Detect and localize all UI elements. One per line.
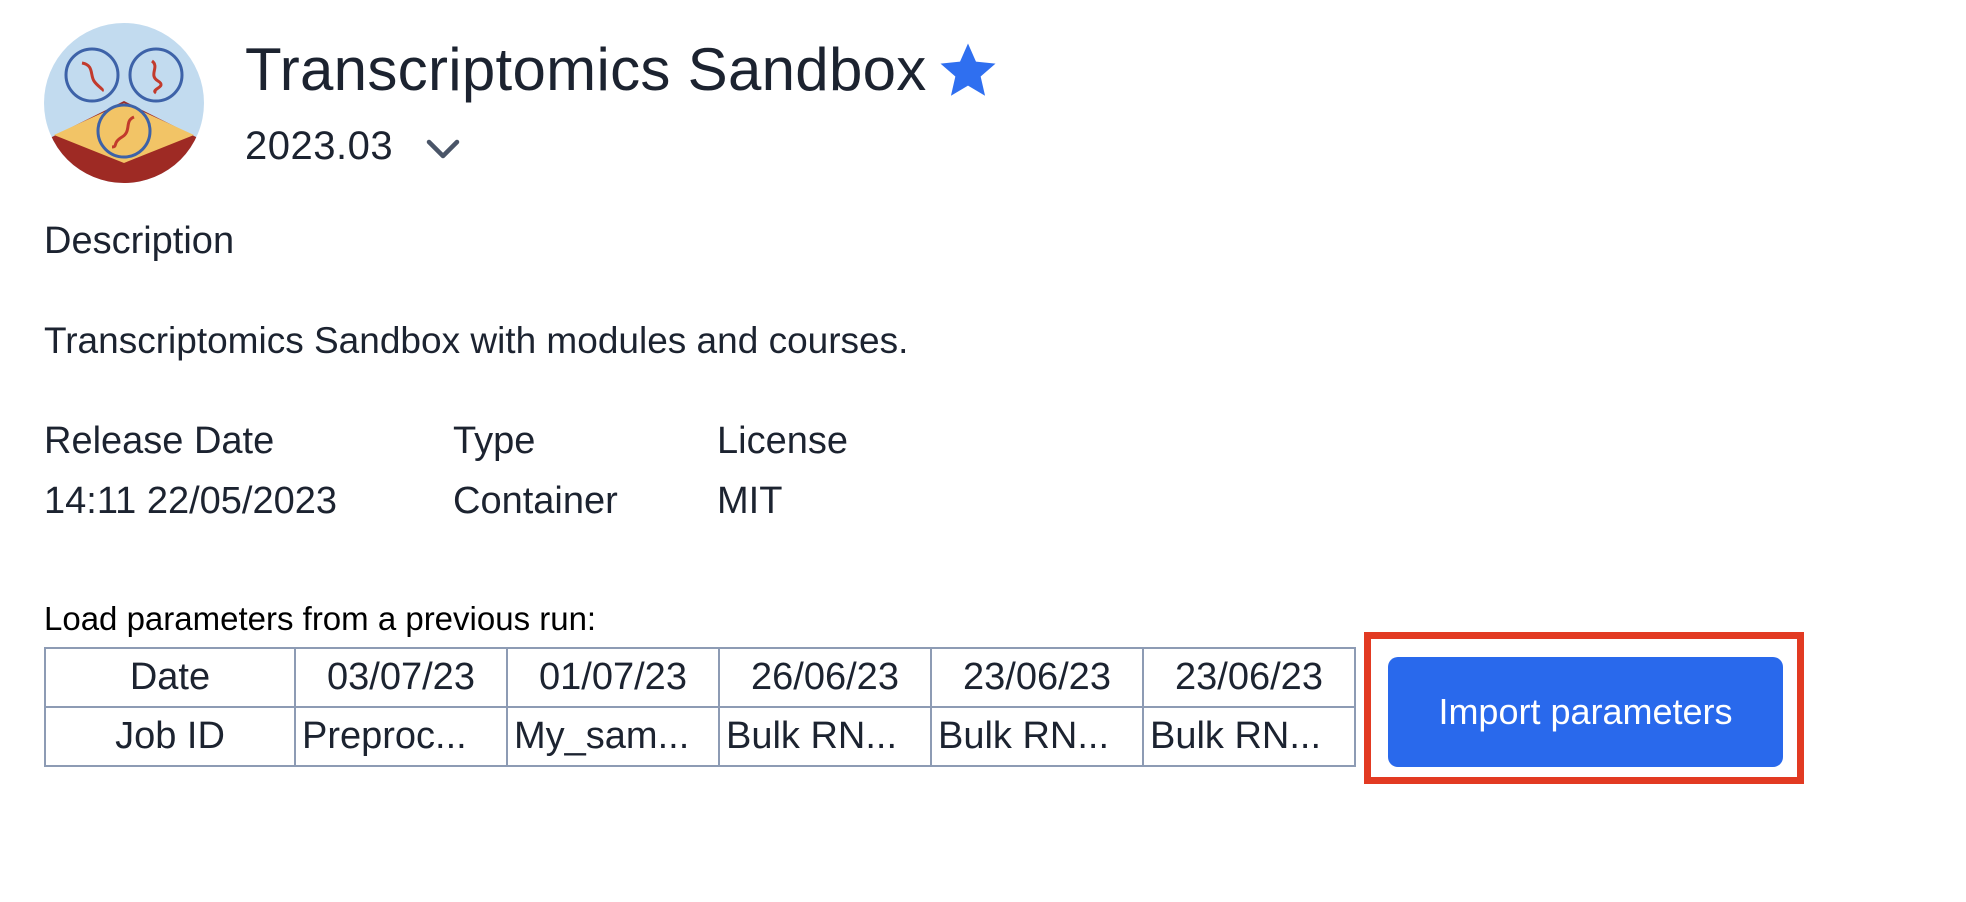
description-text: Transcriptomics Sandbox with modules and… [44,320,909,361]
type-label: Type [453,420,536,462]
run-job-id-cell[interactable]: Bulk RN... [718,706,932,767]
table-row-job-ids: Job ID Preproc... My_sam... Bulk RN... B… [44,706,1356,767]
type-value: Container [453,480,618,522]
import-parameters-button[interactable]: Import parameters [1388,657,1783,767]
run-job-id-cell[interactable]: Preproc... [294,706,508,767]
version-label: 2023.03 [245,123,394,168]
star-icon[interactable] [935,38,1001,104]
description-heading: Description [44,220,235,262]
previous-run-label: Load parameters from a previous run: [44,600,597,637]
table-row-dates: Date 03/07/23 01/07/23 26/06/23 23/06/23… [44,647,1356,708]
release-date-value: 14:11 22/05/2023 [44,480,338,522]
dna-circles-logo-icon [44,23,204,183]
run-job-id-cell[interactable]: Bulk RN... [930,706,1144,767]
chevron-down-icon [426,139,460,159]
run-date-cell[interactable]: 03/07/23 [294,647,508,708]
app-detail-page: Transcriptomics Sandbox 2023.03 Descript… [0,0,1966,902]
run-date-cell[interactable]: 01/07/23 [506,647,720,708]
job-id-row-header: Job ID [44,706,296,767]
run-date-cell[interactable]: 26/06/23 [718,647,932,708]
run-job-id-cell[interactable]: Bulk RN... [1142,706,1356,767]
license-label: License [717,420,848,462]
run-date-cell[interactable]: 23/06/23 [1142,647,1356,708]
run-date-cell[interactable]: 23/06/23 [930,647,1144,708]
license-value: MIT [717,480,783,522]
previous-runs-table: Date 03/07/23 01/07/23 26/06/23 23/06/23… [44,647,1356,767]
run-job-id-cell[interactable]: My_sam... [506,706,720,767]
app-title-row: Transcriptomics Sandbox [245,34,1001,104]
release-date-label: Release Date [44,420,275,462]
app-title: Transcriptomics Sandbox [245,35,927,103]
version-selector[interactable]: 2023.03 [245,118,463,174]
date-row-header: Date [44,647,296,708]
